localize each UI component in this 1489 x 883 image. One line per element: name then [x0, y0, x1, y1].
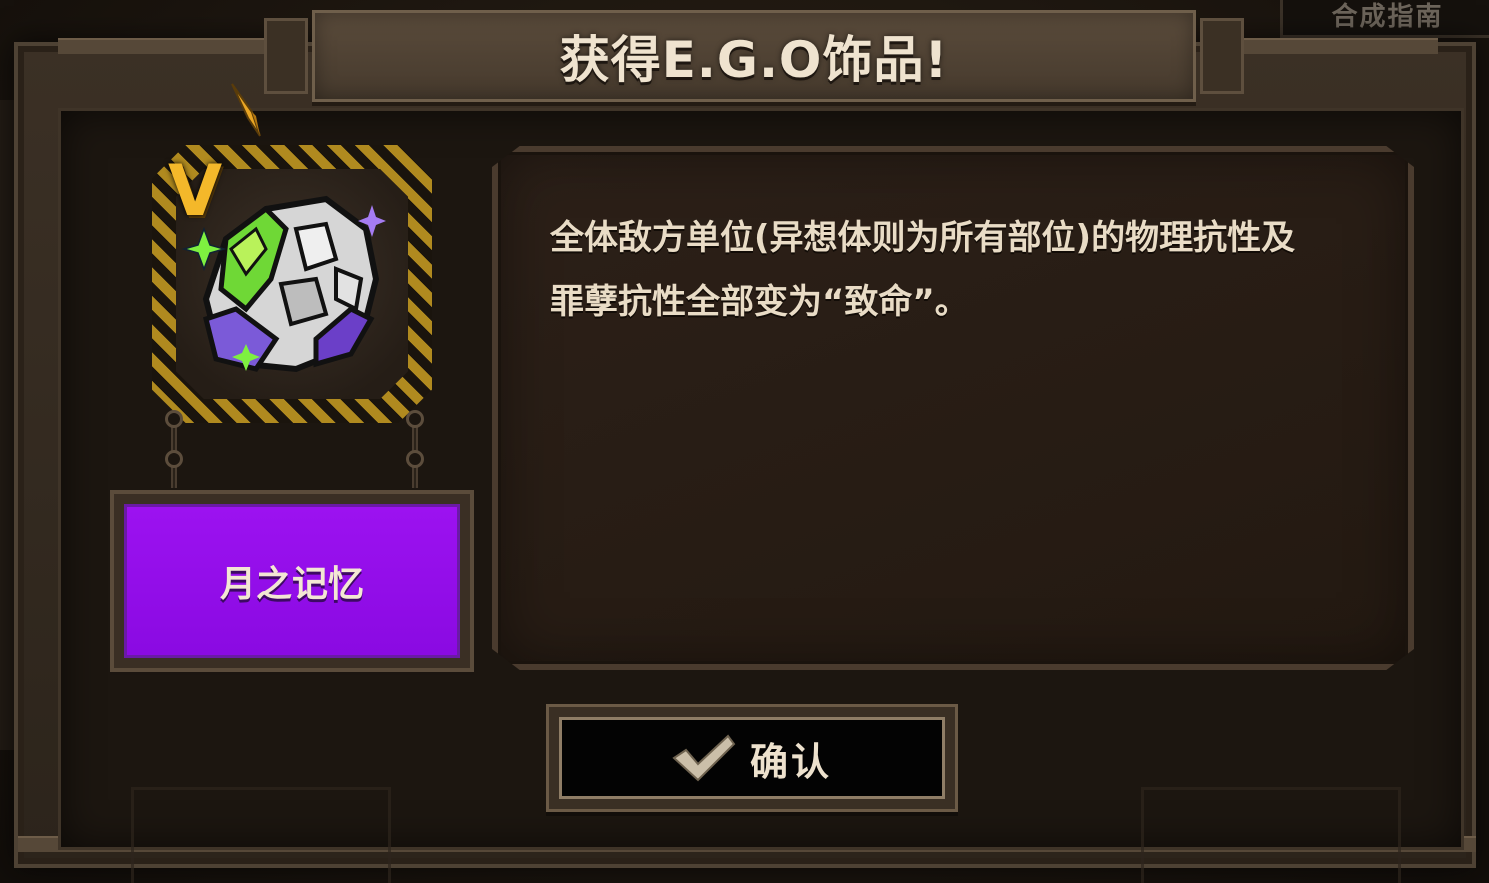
chain-ring — [165, 410, 183, 428]
item-name-plate: 月之记忆 — [110, 490, 474, 672]
item-description: 全体敌方单位(异想体则为所有部位)的物理抗性及 罪孽抗性全部变为“致命”。 — [550, 206, 1370, 334]
confirm-button[interactable]: 确认 — [546, 704, 958, 812]
description-line: 罪孽抗性全部变为“致命”。 — [550, 282, 969, 322]
chain-ring — [406, 410, 424, 428]
title-bracket-left — [264, 18, 308, 94]
title-bracket-right — [1200, 18, 1244, 94]
item-rank-badge: V — [168, 150, 223, 232]
decorative-frame-right — [1141, 787, 1401, 883]
synthesis-guide-label: 合成指南 — [1331, 2, 1444, 32]
checkmark-icon — [672, 734, 736, 782]
description-line: 全体敌方单位(异想体则为所有部位)的物理抗性及 — [550, 218, 1296, 258]
pin-icon — [231, 83, 261, 137]
confirm-button-face[interactable]: 确认 — [559, 717, 945, 799]
game-screen: 合成指南 获得E.G.O饰品! V 月之记忆 全体敌方单位(异想体则为所有部位)… — [0, 0, 1489, 883]
confirm-label: 确认 — [749, 739, 832, 784]
modal-title: 获得E.G.O饰品! — [559, 31, 949, 89]
decorative-frame-left — [131, 787, 391, 883]
synthesis-guide-tab[interactable]: 合成指南 — [1280, 0, 1489, 38]
item-name: 月之记忆 — [219, 564, 364, 605]
chain-ring — [406, 450, 424, 468]
frame-rail-left — [58, 38, 288, 54]
chain-ring — [165, 450, 183, 468]
item-description-panel: 全体敌方单位(异想体则为所有部位)的物理抗性及 罪孽抗性全部变为“致命”。 — [492, 146, 1414, 670]
item-name-background: 月之记忆 — [124, 504, 460, 658]
title-plate: 获得E.G.O饰品! — [312, 10, 1196, 102]
